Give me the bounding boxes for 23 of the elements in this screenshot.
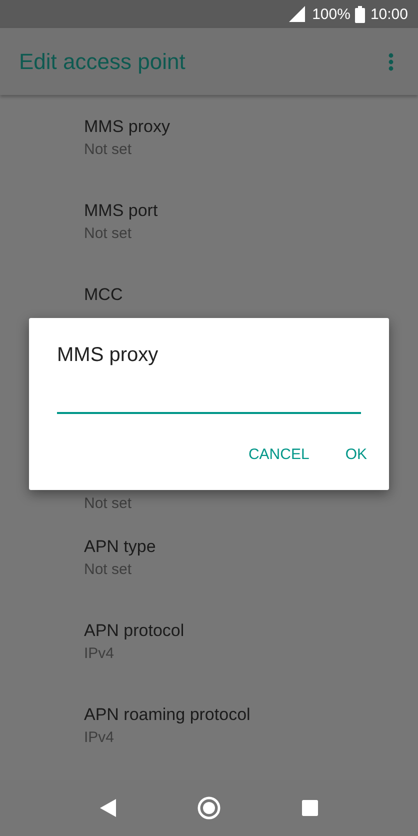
setting-summary: Not set — [84, 494, 132, 514]
battery-icon — [355, 6, 366, 22]
signal-icon — [289, 6, 306, 22]
dialog-button[interactable]: CANCEL — [234, 436, 324, 473]
setting-summary: Not set — [84, 560, 132, 580]
recents-icon[interactable] — [302, 800, 318, 816]
setting-title[interactable]: APN protocol — [84, 618, 184, 644]
setting-title[interactable]: APN roaming protocol — [84, 702, 250, 728]
setting-title[interactable]: MCC — [84, 282, 123, 308]
setting-summary: IPv4 — [84, 644, 114, 664]
dialog-button[interactable]: OK — [331, 436, 381, 473]
back-icon[interactable] — [100, 799, 116, 817]
clock: 10:00 — [370, 6, 408, 22]
setting-title[interactable]: APN type — [84, 534, 156, 560]
setting-title[interactable]: MMS proxy — [84, 114, 170, 140]
setting-summary: Not set — [84, 140, 132, 160]
dialog-title: MMS proxy — [57, 343, 160, 368]
screen-title: Edit access point — [19, 48, 186, 74]
battery-percentage: 100% — [312, 6, 350, 22]
home-icon[interactable] — [196, 796, 221, 820]
setting-summary: Not set — [84, 224, 132, 244]
setting-title[interactable]: MMS port — [84, 198, 158, 224]
setting-summary: IPv4 — [84, 728, 114, 748]
